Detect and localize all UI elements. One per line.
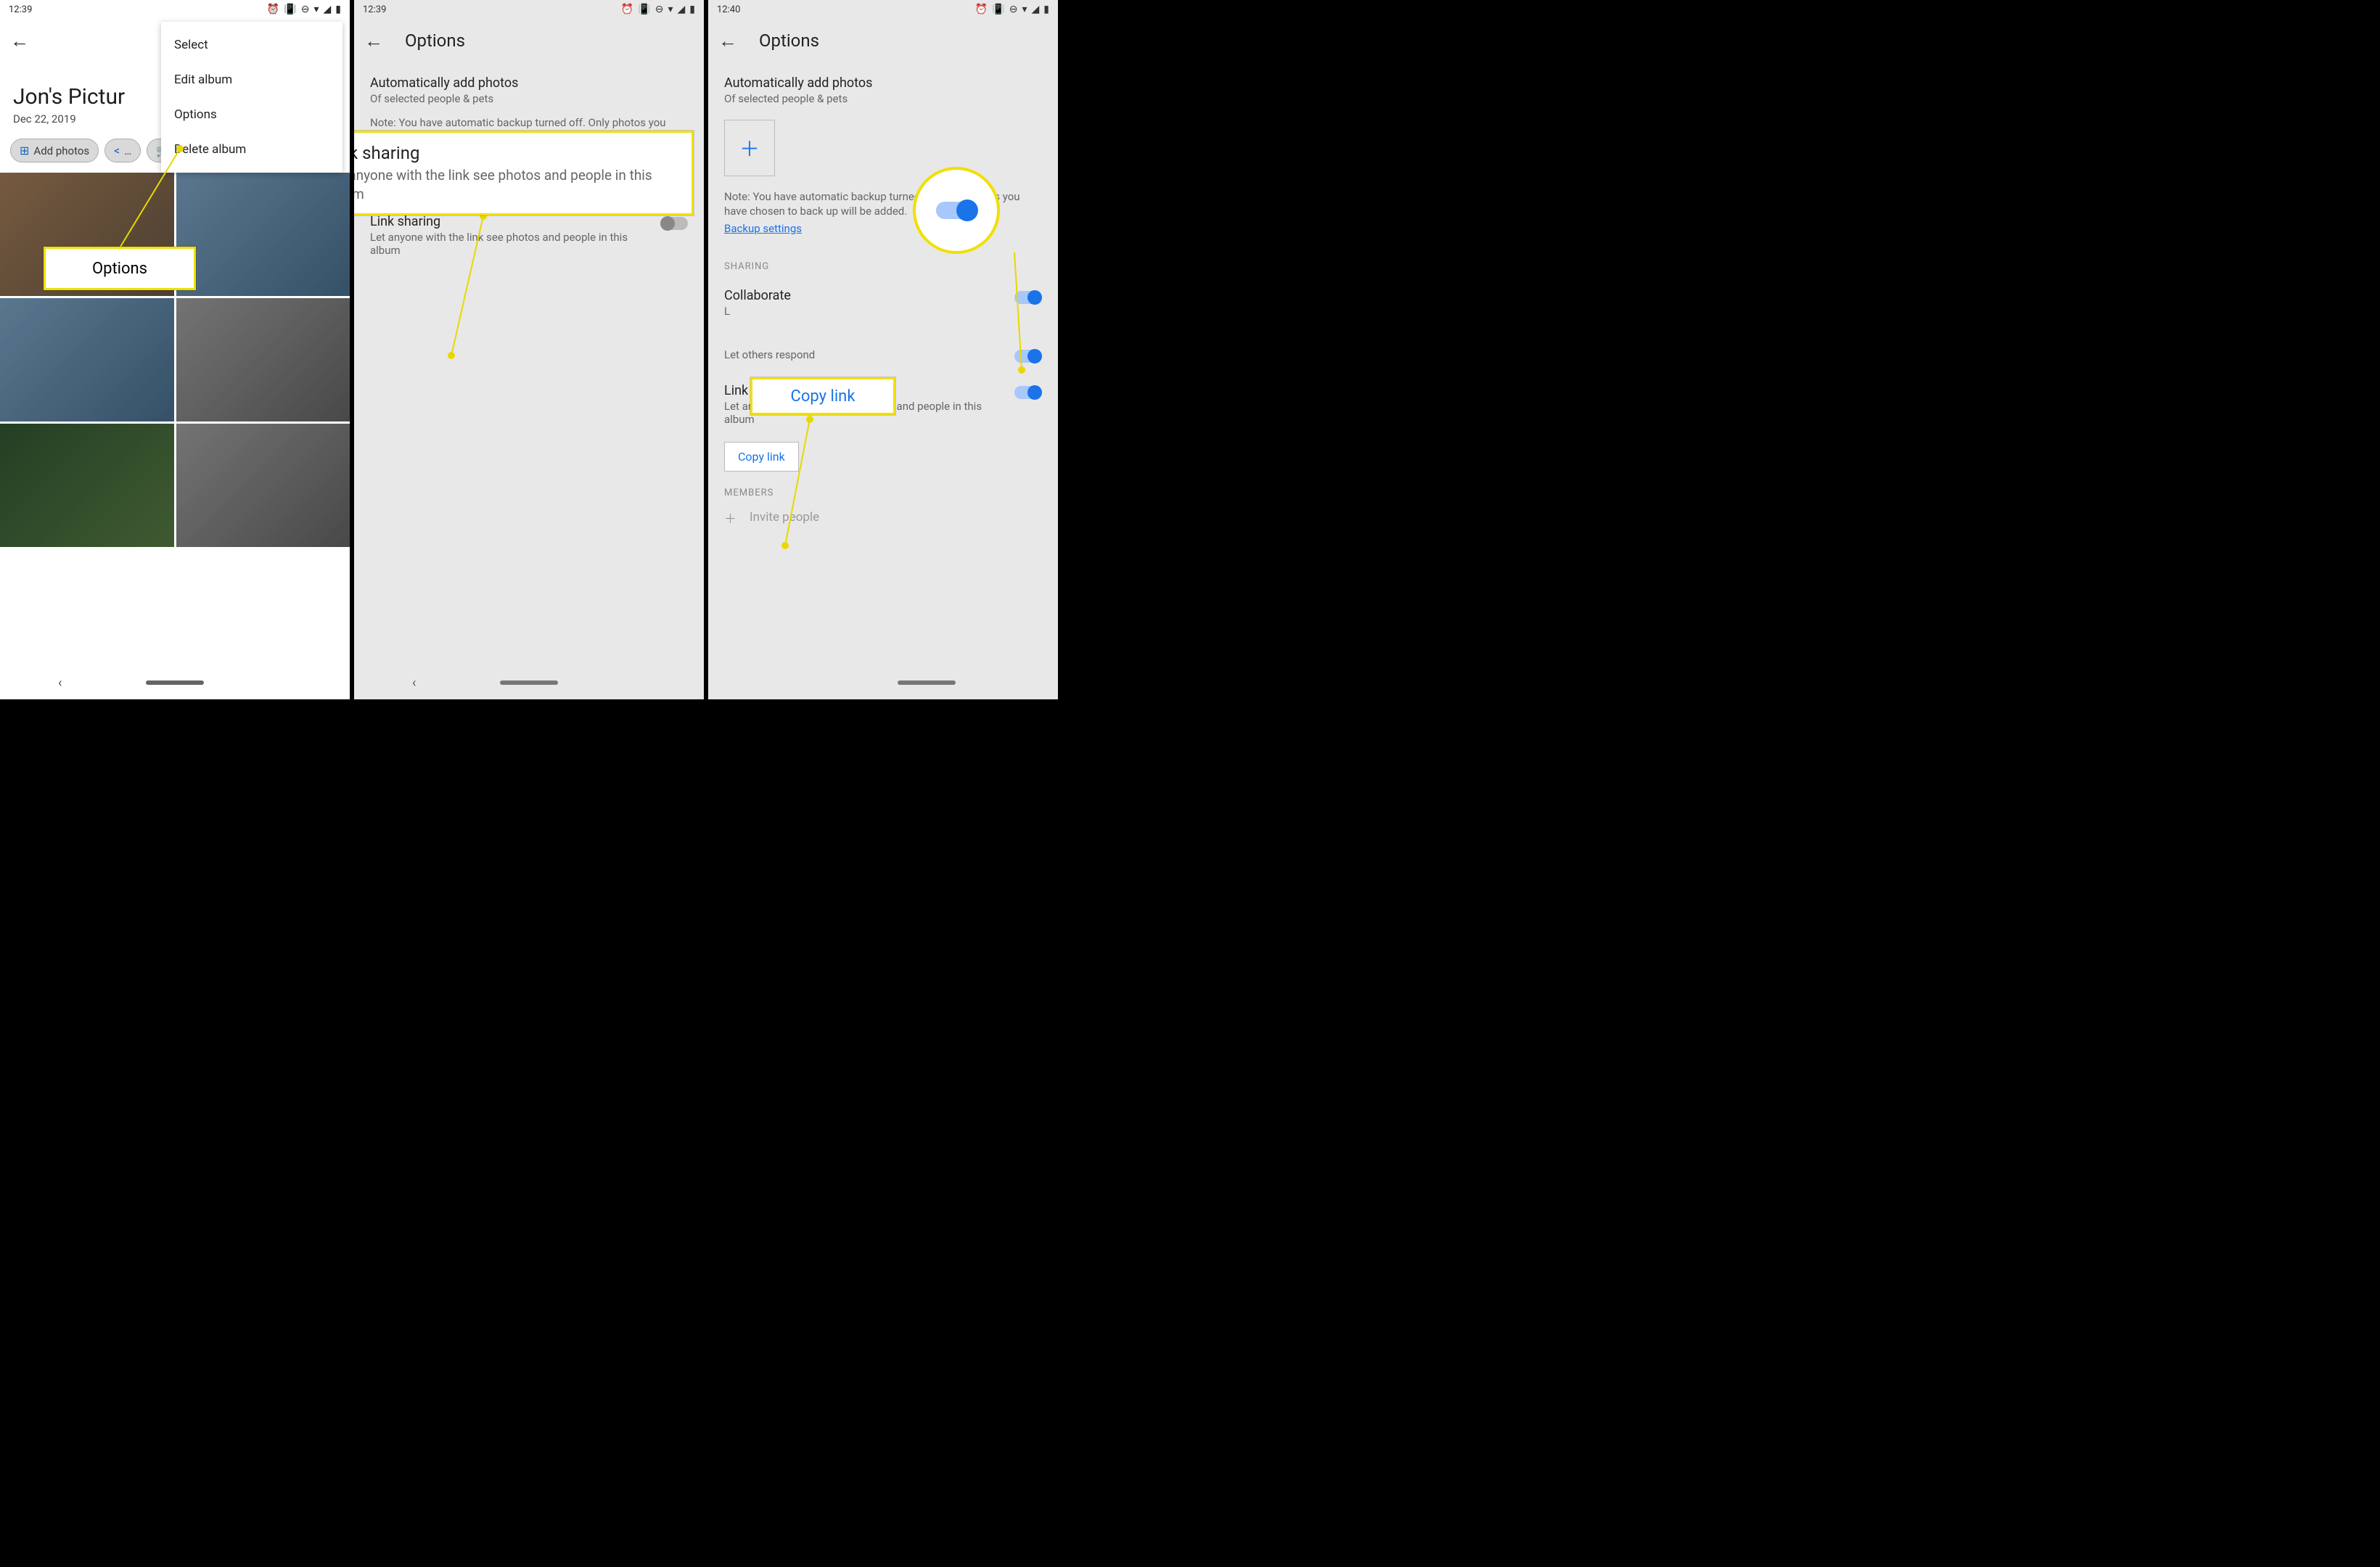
vibrate-icon: 📳	[284, 4, 296, 15]
status-bar: 12:40 ⏰ 📳 ⊖ ▾ ◢ ▮	[708, 0, 1058, 19]
plus-icon: ＋	[724, 509, 736, 527]
nav-home-pill[interactable]	[898, 680, 956, 685]
battery-icon: ▮	[1043, 4, 1049, 15]
alarm-icon: ⏰	[975, 4, 988, 15]
link-sharing-toggle[interactable]	[1014, 386, 1042, 399]
link-sharing-sub: Let anyone with the link see photos and …	[370, 231, 646, 257]
photo-thumb[interactable]	[176, 424, 350, 547]
callout-link-sharing: Link sharing Let anyone with the link se…	[354, 131, 694, 215]
photo-thumb[interactable]	[0, 424, 174, 547]
clock: 12:40	[717, 4, 740, 15]
alarm-icon: ⏰	[267, 4, 279, 15]
photo-thumb[interactable]	[0, 298, 174, 421]
wifi-icon: ▾	[668, 4, 673, 15]
dnd-icon: ⊖	[1009, 4, 1018, 15]
add-face-tile[interactable]: ＋	[724, 120, 775, 176]
setting-comments[interactable]: Let others respond	[708, 321, 1058, 370]
invite-label: Invite people	[750, 510, 819, 525]
status-icons: ⏰ 📳 ⊖ ▾ ◢ ▮	[975, 4, 1049, 15]
menu-options[interactable]: Options	[161, 97, 342, 132]
comments-toggle[interactable]	[1014, 350, 1042, 363]
auto-add-sub: Of selected people & pets	[724, 92, 1042, 105]
dnd-icon: ⊖	[655, 4, 664, 15]
sharing-category: SHARING	[708, 245, 1058, 275]
overflow-menu: Select Edit album Options Delete album	[161, 22, 342, 173]
nav-back-icon[interactable]: ‹	[412, 675, 416, 691]
status-bar: 12:39 ⏰ 📳 ⊖ ▾ ◢ ▮	[354, 0, 704, 19]
members-category: MEMBERS	[708, 472, 1058, 501]
setting-collaborate[interactable]: Collaborate L	[708, 275, 1058, 321]
nav-bar	[708, 666, 1058, 699]
add-photo-icon: ⊞	[20, 144, 29, 157]
menu-delete-album[interactable]: Delete album	[161, 132, 342, 167]
battery-icon: ▮	[689, 4, 695, 15]
setting-auto-add[interactable]: Automatically add photos Of selected peo…	[354, 62, 704, 110]
collaborate-toggle[interactable]	[1014, 291, 1042, 304]
dnd-icon: ⊖	[301, 4, 310, 15]
share-chip[interactable]: <…	[104, 139, 141, 163]
share-icon: <	[114, 144, 120, 157]
setting-auto-add[interactable]: Automatically add photos Of selected peo…	[708, 62, 1058, 110]
plus-icon: ＋	[739, 133, 760, 163]
callout-link-title: Link sharing	[354, 143, 420, 163]
back-button[interactable]: ←	[718, 30, 737, 52]
photo-grid	[0, 173, 350, 547]
clock: 12:39	[9, 4, 32, 15]
link-sharing-toggle[interactable]	[660, 217, 688, 230]
backup-settings-link[interactable]: Backup settings	[708, 219, 818, 245]
nav-home-pill[interactable]	[146, 680, 204, 685]
add-photos-label: Add photos	[33, 144, 89, 157]
signal-icon: ◢	[1032, 4, 1040, 15]
menu-edit-album[interactable]: Edit album	[161, 62, 342, 97]
callout-copy-link: Copy link	[750, 377, 895, 415]
page-title: Options	[405, 30, 465, 51]
callout-options-label: Options	[92, 260, 147, 278]
battery-icon: ▮	[335, 4, 341, 15]
callout-link-body: Let anyone with the link see photos and …	[354, 166, 677, 203]
status-icons: ⏰ 📳 ⊖ ▾ ◢ ▮	[621, 4, 695, 15]
photo-thumb[interactable]	[176, 173, 350, 296]
auto-add-title: Automatically add photos	[370, 75, 688, 91]
collaborate-sub: L	[724, 305, 1000, 318]
invite-people-row[interactable]: ＋ Invite people	[708, 501, 1058, 534]
auto-add-sub: Of selected people & pets	[370, 92, 688, 105]
callout-toggle	[913, 167, 1000, 254]
nav-bar: ‹	[354, 666, 704, 699]
backup-note: Note: You have automatic backup turned o…	[708, 184, 1058, 219]
vibrate-icon: 📳	[638, 4, 650, 15]
callout-copy-label: Copy link	[791, 387, 855, 406]
status-icons: ⏰ 📳 ⊖ ▾ ◢ ▮	[267, 4, 341, 15]
nav-home-pill[interactable]	[500, 680, 558, 685]
wifi-icon: ▾	[1022, 4, 1027, 15]
comments-sub: Let others respond	[724, 348, 1000, 361]
menu-select[interactable]: Select	[161, 28, 342, 62]
back-button[interactable]: ←	[364, 30, 383, 52]
copy-link-button[interactable]: Copy link	[724, 442, 799, 472]
add-photos-chip[interactable]: ⊞ Add photos	[10, 139, 99, 163]
page-title: Options	[759, 30, 819, 51]
clock: 12:39	[363, 4, 386, 15]
vibrate-icon: 📳	[992, 4, 1004, 15]
link-sharing-title: Link sharing	[370, 214, 646, 229]
auto-add-title: Automatically add photos	[724, 75, 1042, 91]
wifi-icon: ▾	[313, 4, 319, 15]
alarm-icon: ⏰	[621, 4, 633, 15]
signal-icon: ◢	[678, 4, 686, 15]
status-bar: 12:39 ⏰ 📳 ⊖ ▾ ◢ ▮	[0, 0, 350, 19]
nav-back-icon[interactable]: ‹	[58, 675, 62, 691]
collaborate-title: Collaborate	[724, 288, 1000, 303]
back-button[interactable]: ←	[10, 30, 29, 52]
callout-options: Options	[44, 247, 196, 290]
photo-thumb[interactable]	[176, 298, 350, 421]
toggle-on-icon	[936, 202, 977, 219]
signal-icon: ◢	[324, 4, 332, 15]
nav-bar: ‹	[0, 666, 350, 699]
